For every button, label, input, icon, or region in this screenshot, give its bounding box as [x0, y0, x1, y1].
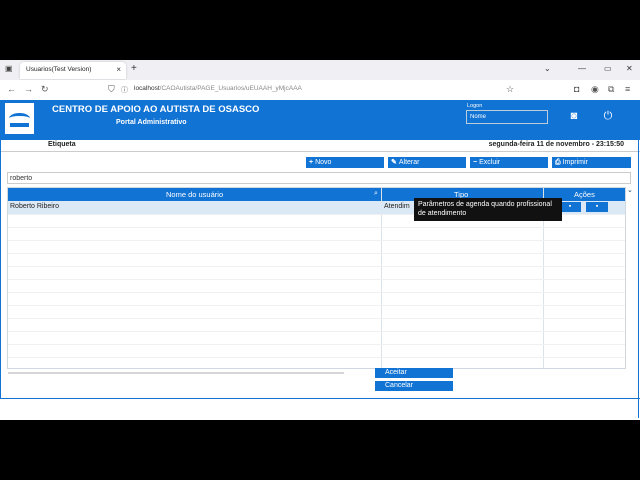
- navigation-bar: ← → ↻ ⛉ ⓘ localhost/CAOAutista/PAGE_Usua…: [0, 80, 640, 101]
- tab-bar: ▣ Usuarios(Test Version) × + ⌄ — ▭ ✕: [0, 60, 640, 80]
- info-bar: Etiqueta segunda-feira 11 de novembro - …: [0, 140, 640, 152]
- search-icon[interactable]: ⌕: [374, 190, 378, 198]
- novo-button[interactable]: + Novo: [306, 157, 384, 168]
- table-row: [8, 240, 625, 254]
- app-title: CENTRO DE APOIO AO AUTISTA DE OSASCO: [52, 104, 260, 115]
- horizontal-scrollbar[interactable]: [8, 372, 344, 374]
- page-info-icon[interactable]: ⓘ: [121, 85, 128, 95]
- table-row: [8, 305, 625, 319]
- cancelar-button[interactable]: Cancelar: [375, 381, 453, 391]
- action-button[interactable]: ▪: [586, 202, 608, 212]
- alterar-button[interactable]: ✎ Alterar: [388, 157, 466, 168]
- plus-icon: +: [309, 159, 314, 166]
- page-frame-right: [638, 100, 639, 418]
- pocket-icon[interactable]: ◘: [574, 84, 579, 94]
- reload-icon[interactable]: ↻: [41, 84, 49, 95]
- table-row: [8, 227, 625, 241]
- table-row: [8, 266, 625, 280]
- table-row: [8, 344, 625, 358]
- instagram-icon[interactable]: ◙: [567, 109, 581, 123]
- page-frame-left: [0, 100, 1, 398]
- page-frame-bottom: [0, 398, 640, 399]
- url-path: /CAOAutista/PAGE_Usuarios/uEUAAH_yMjcAAA: [159, 85, 302, 92]
- app-subtitle: Portal Administrativo: [116, 119, 187, 126]
- chevron-down-icon[interactable]: ⌄: [627, 186, 633, 194]
- power-icon[interactable]: ⏻: [601, 109, 615, 123]
- menu-icon[interactable]: ≡: [625, 84, 630, 94]
- close-tab-icon[interactable]: ×: [116, 65, 121, 74]
- excluir-button[interactable]: − Excluir: [470, 157, 548, 168]
- table-row: [8, 279, 625, 293]
- new-tab-button[interactable]: +: [131, 63, 137, 74]
- printer-icon: ⎙: [555, 159, 561, 166]
- datetime-label: segunda-feira 11 de novembro - 23:15:50: [488, 141, 624, 148]
- browser-tab[interactable]: Usuarios(Test Version) ×: [20, 62, 126, 79]
- column-header-nome[interactable]: Nome do usuário: [166, 190, 223, 199]
- cell-nome: Roberto Ribeiro: [10, 203, 60, 210]
- minus-icon: −: [473, 159, 478, 166]
- aceitar-button[interactable]: Aceitar: [375, 368, 453, 378]
- cell-tipo: Atendim: [384, 203, 410, 210]
- imprimir-label: Imprimir: [562, 159, 588, 166]
- maximize-icon[interactable]: ▭: [604, 64, 612, 73]
- logo: [5, 103, 34, 134]
- agenda-action-button[interactable]: ▪: [559, 202, 581, 212]
- minimize-icon[interactable]: —: [578, 64, 586, 73]
- excluir-label: Excluir: [479, 159, 501, 166]
- login-input[interactable]: [466, 110, 548, 124]
- alterar-label: Alterar: [398, 159, 420, 166]
- close-icon[interactable]: ✕: [626, 64, 633, 73]
- back-arrow-icon[interactable]: ←: [7, 84, 16, 94]
- tab-title: Usuarios(Test Version): [26, 66, 92, 73]
- table-row: [8, 253, 625, 267]
- column-header-acoes: Ações: [574, 190, 595, 199]
- table-row: [8, 292, 625, 306]
- novo-label: Novo: [315, 159, 332, 166]
- app-header: CENTRO DE APOIO AO AUTISTA DE OSASCO Por…: [0, 100, 640, 140]
- logo-bar: [10, 123, 29, 127]
- chevron-down-icon[interactable]: ⌄: [544, 64, 551, 73]
- login-label: Logon: [467, 103, 483, 109]
- url-host: localhost: [134, 85, 160, 92]
- forward-arrow-icon[interactable]: →: [24, 84, 33, 94]
- imprimir-button[interactable]: ⎙ Imprimir: [552, 157, 631, 168]
- table-row: [8, 318, 625, 332]
- address-bar[interactable]: localhost/CAOAutista/PAGE_Usuarios/uEUAA…: [134, 85, 302, 92]
- browser-window: ▣ Usuarios(Test Version) × + ⌄ — ▭ ✕ ← →…: [0, 60, 640, 420]
- star-icon[interactable]: ☆: [506, 84, 514, 95]
- account-icon[interactable]: ◉: [591, 84, 599, 95]
- extensions-icon[interactable]: ⧉: [608, 84, 614, 95]
- search-input[interactable]: [7, 172, 631, 184]
- tooltip: Parâmetros de agenda quando profissional…: [414, 198, 562, 221]
- tab-list-icon[interactable]: ▣: [5, 64, 13, 73]
- etiqueta-label: Etiqueta: [48, 141, 76, 148]
- shield-icon[interactable]: ⛉: [108, 84, 115, 95]
- pencil-icon: ✎: [391, 159, 397, 166]
- table-row: [8, 331, 625, 345]
